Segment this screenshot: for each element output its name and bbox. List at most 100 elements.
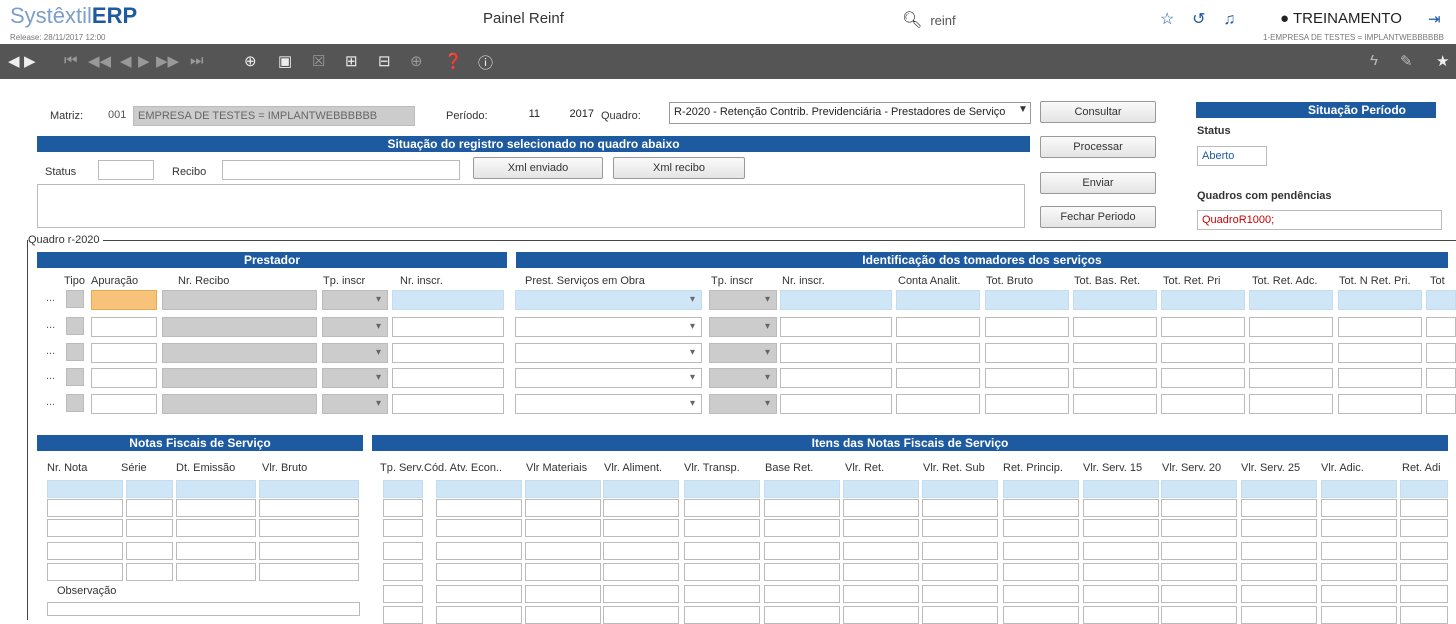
flash-icon[interactable]: ϟ: [1370, 52, 1378, 69]
tomador-value-cell[interactable]: [985, 290, 1069, 310]
first-icon[interactable]: ⏮: [64, 52, 78, 69]
item-value-cell[interactable]: [1083, 563, 1159, 581]
dt-emissao-cell[interactable]: [176, 542, 256, 560]
tomador-value-cell[interactable]: [1338, 290, 1422, 310]
tp-serv-cell[interactable]: [383, 480, 423, 498]
item-value-cell[interactable]: [525, 542, 601, 560]
tp-serv-cell[interactable]: [383, 519, 423, 537]
processar-button[interactable]: Processar: [1040, 136, 1156, 158]
tomador-value-cell[interactable]: [1338, 317, 1422, 337]
item-value-cell[interactable]: [843, 563, 919, 581]
nr-nota-cell[interactable]: [47, 563, 123, 581]
tp-serv-cell[interactable]: [383, 563, 423, 581]
tomador-value-cell[interactable]: [1249, 368, 1333, 388]
enviar-button[interactable]: Enviar: [1040, 172, 1156, 194]
item-value-cell[interactable]: [436, 480, 522, 498]
xml-enviado-button[interactable]: Xml enviado: [473, 157, 603, 179]
search-box[interactable]: 🔍︎ reinf: [902, 10, 956, 30]
item-value-cell[interactable]: [922, 480, 998, 498]
item-value-cell[interactable]: [1321, 585, 1397, 603]
prest-obra-select[interactable]: [515, 290, 702, 310]
item-value-cell[interactable]: [603, 606, 679, 624]
row-menu-dots[interactable]: ...: [46, 292, 55, 304]
serie-cell[interactable]: [126, 499, 173, 517]
prev-record-icon[interactable]: ◀: [120, 52, 132, 70]
item-value-cell[interactable]: [764, 480, 840, 498]
item-value-cell[interactable]: [1400, 606, 1448, 624]
item-value-cell[interactable]: [1083, 519, 1159, 537]
prest-obra-select[interactable]: [515, 317, 702, 337]
tomador-value-cell[interactable]: [1338, 394, 1422, 414]
item-value-cell[interactable]: [684, 606, 760, 624]
save-icon[interactable]: ▣: [278, 52, 292, 70]
item-value-cell[interactable]: [684, 499, 760, 517]
item-value-cell[interactable]: [525, 480, 601, 498]
fechar-periodo-button[interactable]: Fechar Periodo: [1040, 206, 1156, 228]
tomador-value-cell[interactable]: [1426, 394, 1456, 414]
tomador-value-cell[interactable]: [1073, 368, 1157, 388]
search-input[interactable]: reinf: [930, 13, 955, 28]
item-value-cell[interactable]: [922, 585, 998, 603]
vlr-bruto-cell[interactable]: [259, 499, 359, 517]
item-value-cell[interactable]: [1083, 585, 1159, 603]
xml-recibo-button[interactable]: Xml recibo: [613, 157, 745, 179]
item-value-cell[interactable]: [603, 585, 679, 603]
tp-inscr-select[interactable]: [322, 317, 388, 337]
item-value-cell[interactable]: [1161, 606, 1237, 624]
tom-tp-inscr-select[interactable]: [709, 290, 777, 310]
item-value-cell[interactable]: [1321, 499, 1397, 517]
item-value-cell[interactable]: [922, 606, 998, 624]
tomador-value-cell[interactable]: [1161, 343, 1245, 363]
item-value-cell[interactable]: [1400, 480, 1448, 498]
item-value-cell[interactable]: [1241, 585, 1317, 603]
item-value-cell[interactable]: [1321, 542, 1397, 560]
row-menu-dots[interactable]: ...: [46, 319, 55, 331]
tomador-value-cell[interactable]: [985, 394, 1069, 414]
filter-icon[interactable]: ⊟: [378, 52, 391, 70]
apuracao-cell[interactable]: [91, 290, 157, 310]
rewind-icon[interactable]: ◀◀: [88, 52, 111, 70]
tom-nr-inscr-cell[interactable]: [780, 394, 892, 414]
tomador-value-cell[interactable]: [896, 394, 980, 414]
tomador-value-cell[interactable]: [896, 317, 980, 337]
item-value-cell[interactable]: [1321, 563, 1397, 581]
tom-tp-inscr-select[interactable]: [709, 394, 777, 414]
next-icon[interactable]: ▶: [24, 52, 36, 70]
tomador-value-cell[interactable]: [896, 368, 980, 388]
item-value-cell[interactable]: [603, 499, 679, 517]
item-value-cell[interactable]: [525, 563, 601, 581]
item-value-cell[interactable]: [684, 563, 760, 581]
favorite-icon[interactable]: ★: [1436, 52, 1449, 70]
item-value-cell[interactable]: [1003, 563, 1079, 581]
item-value-cell[interactable]: [603, 480, 679, 498]
item-value-cell[interactable]: [1400, 563, 1448, 581]
item-value-cell[interactable]: [843, 519, 919, 537]
row-menu-dots[interactable]: ...: [46, 396, 55, 408]
item-value-cell[interactable]: [1161, 480, 1237, 498]
item-value-cell[interactable]: [1083, 542, 1159, 560]
row-menu-dots[interactable]: ...: [46, 345, 55, 357]
tomador-value-cell[interactable]: [1161, 290, 1245, 310]
star-icon[interactable]: ☆: [1160, 11, 1174, 28]
quadro-select[interactable]: R-2020 - Retenção Contrib. Previdenciári…: [669, 102, 1031, 124]
tomador-value-cell[interactable]: [1249, 290, 1333, 310]
vlr-bruto-cell[interactable]: [259, 519, 359, 537]
tomador-value-cell[interactable]: [1249, 343, 1333, 363]
item-value-cell[interactable]: [436, 563, 522, 581]
history-icon[interactable]: ↺: [1192, 11, 1205, 28]
dt-emissao-cell[interactable]: [176, 519, 256, 537]
tom-tp-inscr-select[interactable]: [709, 368, 777, 388]
item-value-cell[interactable]: [1161, 519, 1237, 537]
tomador-value-cell[interactable]: [1073, 317, 1157, 337]
item-value-cell[interactable]: [1003, 519, 1079, 537]
item-value-cell[interactable]: [525, 606, 601, 624]
item-value-cell[interactable]: [1083, 499, 1159, 517]
add-icon[interactable]: ⊞: [345, 52, 358, 70]
tomador-value-cell[interactable]: [1249, 394, 1333, 414]
tomador-value-cell[interactable]: [1073, 290, 1157, 310]
item-value-cell[interactable]: [922, 563, 998, 581]
nr-nota-cell[interactable]: [47, 499, 123, 517]
bell-icon[interactable]: ♫: [1223, 11, 1235, 28]
tom-tp-inscr-select[interactable]: [709, 343, 777, 363]
periodo-ano-field[interactable]: 2017: [560, 105, 598, 125]
